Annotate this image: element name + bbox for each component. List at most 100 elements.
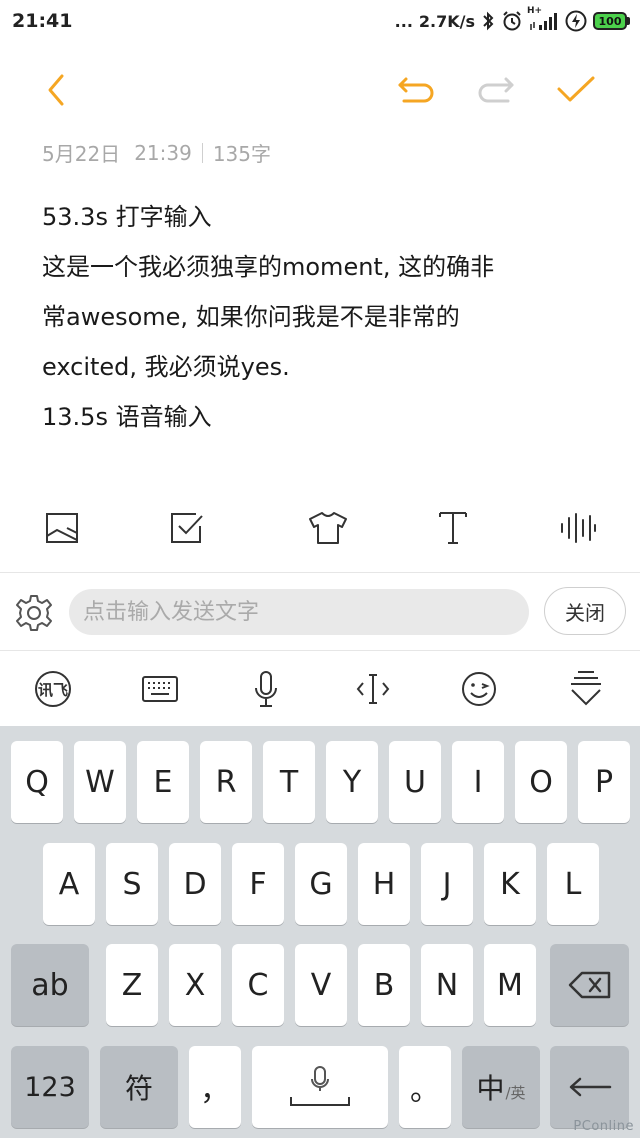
key-a[interactable]: A: [43, 843, 95, 925]
key-l[interactable]: L: [547, 843, 599, 925]
emoji-icon: [462, 672, 496, 706]
key-i[interactable]: I: [452, 741, 504, 823]
key-backspace[interactable]: [550, 944, 629, 1026]
status-time: 21:41: [12, 10, 73, 32]
message-input[interactable]: [69, 589, 529, 635]
ifly-logo-text: 讯飞: [38, 681, 68, 699]
text-icon: [439, 512, 467, 544]
note-line: 常awesome, 如果你问我是不是非常的: [42, 303, 460, 331]
key-j[interactable]: J: [421, 843, 473, 925]
settings-button[interactable]: [12, 591, 56, 635]
ifly-menu-button[interactable]: 讯飞: [31, 667, 75, 711]
key-m[interactable]: M: [484, 944, 536, 1026]
key-d[interactable]: D: [169, 843, 221, 925]
enter-icon: [569, 1077, 611, 1097]
meta-divider: [201, 142, 203, 163]
lang-sub-label: /英: [505, 1083, 526, 1102]
done-check-icon: [557, 76, 595, 102]
back-icon: [48, 74, 64, 106]
ifly-logo-icon: 讯飞: [35, 671, 71, 707]
key-e[interactable]: E: [137, 741, 189, 823]
key-x[interactable]: X: [169, 944, 221, 1026]
signal-icon: H+: [527, 6, 559, 32]
key-r[interactable]: R: [200, 741, 252, 823]
note-time: 21:39: [134, 140, 192, 165]
voice-input-button[interactable]: [244, 667, 288, 711]
redo-icon: [478, 77, 514, 103]
close-button[interactable]: 关闭: [544, 587, 626, 635]
backspace-icon: [568, 971, 610, 999]
key-v[interactable]: V: [295, 944, 347, 1026]
key-y[interactable]: Y: [326, 741, 378, 823]
done-button[interactable]: [554, 68, 598, 112]
insert-image-button[interactable]: [40, 506, 84, 550]
checkbox-icon: [171, 513, 203, 543]
gear-icon: [16, 595, 52, 631]
voice-wave-icon: [561, 513, 596, 543]
note-date: 5月22日: [42, 142, 121, 166]
key-h[interactable]: H: [358, 843, 410, 925]
note-body[interactable]: 53.3s 打字输入 这是一个我必须独享的moment, 这的确非 常aweso…: [42, 192, 602, 442]
watermark: PConline: [573, 1119, 634, 1134]
checklist-button[interactable]: [165, 506, 209, 550]
ime-toolbar: 讯飞: [0, 650, 640, 726]
back-button[interactable]: [34, 68, 78, 112]
key-s[interactable]: S: [106, 843, 158, 925]
key-o[interactable]: O: [515, 741, 567, 823]
key-q[interactable]: Q: [11, 741, 63, 823]
note-header: [0, 60, 640, 120]
key-t[interactable]: T: [263, 741, 315, 823]
image-icon: [46, 513, 78, 543]
key-u[interactable]: U: [389, 741, 441, 823]
note-char-count: 135字: [212, 142, 272, 166]
battery-icon: 100: [593, 12, 630, 30]
note-line: 53.3s 打字输入: [42, 203, 212, 231]
cursor-move-icon: [356, 674, 390, 704]
network-type: H+: [527, 6, 543, 16]
lang-main-label: 中: [476, 1072, 505, 1105]
redo-button[interactable]: [474, 68, 518, 112]
key-lang-switch[interactable]: 中/英: [462, 1046, 540, 1128]
key-b[interactable]: B: [358, 944, 410, 1026]
key-k[interactable]: K: [484, 843, 536, 925]
text-format-button[interactable]: [431, 506, 475, 550]
note-line: excited, 我必须说yes.: [42, 353, 290, 381]
network-speed: 2.7K/s: [418, 11, 475, 31]
alarm-icon: [501, 10, 523, 32]
input-bar: 关闭: [0, 572, 640, 650]
key-w[interactable]: W: [74, 741, 126, 823]
note-line: 这是一个我必须独享的moment, 这的确非: [42, 253, 495, 281]
shirt-icon: [309, 512, 347, 544]
key-p[interactable]: P: [578, 741, 630, 823]
emoji-button[interactable]: [457, 667, 501, 711]
key-ab[interactable]: ab: [11, 944, 89, 1026]
key-c[interactable]: C: [232, 944, 284, 1026]
keyboard: Q W E R T Y U I O P A S D F G H J K L ab…: [0, 726, 640, 1138]
key-enter[interactable]: [550, 1046, 629, 1128]
status-bar: 21:41 ... 2.7K/s H+ 100: [0, 0, 640, 44]
format-toolbar: [0, 500, 640, 556]
cursor-move-button[interactable]: [351, 667, 395, 711]
collapse-keyboard-button[interactable]: [564, 667, 608, 711]
key-n[interactable]: N: [421, 944, 473, 1026]
key-f[interactable]: F: [232, 843, 284, 925]
key-space[interactable]: [252, 1046, 388, 1128]
collapse-keyboard-icon: [571, 671, 601, 706]
key-numbers[interactable]: 123: [11, 1046, 89, 1128]
theme-button[interactable]: [306, 506, 350, 550]
key-z[interactable]: Z: [106, 944, 158, 1026]
keyboard-icon: [142, 676, 178, 702]
key-period[interactable]: 。: [399, 1046, 451, 1128]
mic-icon: [255, 671, 277, 707]
note-meta: 5月22日 21:39 135字: [42, 138, 271, 167]
space-mic-icon: [290, 1066, 350, 1106]
note-line: 13.5s 语音输入: [42, 403, 212, 431]
key-comma[interactable]: ，: [189, 1046, 241, 1128]
undo-icon: [398, 77, 434, 103]
undo-button[interactable]: [394, 68, 438, 112]
key-symbols[interactable]: 符: [100, 1046, 178, 1128]
key-g[interactable]: G: [295, 843, 347, 925]
voice-record-button[interactable]: [556, 506, 600, 550]
bluetooth-icon: [481, 11, 495, 31]
keyboard-switch-button[interactable]: [138, 667, 182, 711]
